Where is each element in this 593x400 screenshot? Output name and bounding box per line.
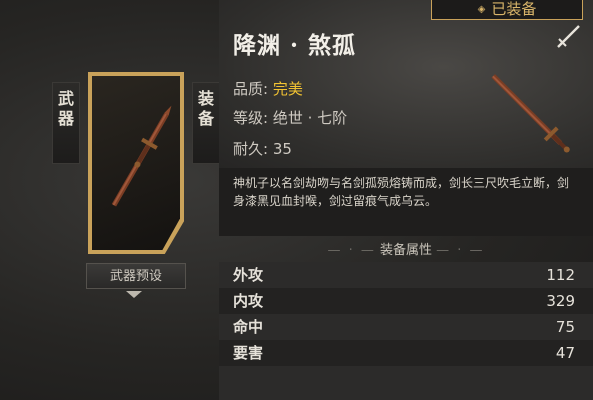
equipped-label: 已装备 <box>491 0 537 18</box>
stat-name: 命中 <box>233 318 264 336</box>
durability-label: 耐久: <box>233 140 269 158</box>
stat-value: 329 <box>546 292 575 310</box>
stat-value: 112 <box>546 266 575 284</box>
stat-row-partial <box>219 366 593 400</box>
stat-row: 要害 47 <box>219 340 593 366</box>
equipped-badge: ◈ 已装备 <box>431 0 583 20</box>
stat-row: 内攻 329 <box>219 288 593 314</box>
item-sword-icon <box>491 74 570 153</box>
attributes-header: — · — 装备属性 — · — <box>219 240 593 262</box>
item-durability: 耐久: 35 <box>233 138 292 159</box>
item-quality: 品质: 完美 <box>233 78 303 99</box>
quality-value: 完美 <box>272 80 303 98</box>
tab-equipment[interactable]: 装 备 <box>192 82 220 164</box>
weapon-preset-button[interactable]: 武器预设 <box>86 263 186 289</box>
diamond-icon: ◈ <box>477 4 486 15</box>
tab-weapon[interactable]: 武 器 <box>52 82 80 164</box>
item-detail-panel: ◈ 已装备 降渊 · 煞孤 品质: 完美 等级: 绝世 · 七阶 耐久: 35 神… <box>219 0 593 400</box>
stat-name: 内攻 <box>233 292 264 310</box>
chevron-down-icon[interactable] <box>126 291 142 298</box>
item-grade: 等级: 绝世 · 七阶 <box>233 107 347 128</box>
durability-value: 35 <box>272 140 292 158</box>
stat-row: 命中 75 <box>219 314 593 340</box>
sword-icon[interactable] <box>555 22 583 50</box>
divider-left: — · — <box>327 243 376 258</box>
stat-row: 外攻 112 <box>219 262 593 288</box>
tab-equipment-char-2: 备 <box>197 109 214 128</box>
item-name: 降渊 · 煞孤 <box>233 32 357 59</box>
stat-value: 75 <box>555 318 575 336</box>
quality-label: 品质: <box>233 80 269 98</box>
stat-value: 47 <box>555 344 575 362</box>
tab-weapon-char-1: 武 <box>57 89 74 108</box>
attributes-header-label: 装备属性 <box>379 243 432 258</box>
tab-equipment-char-1: 装 <box>197 89 214 108</box>
grade-label: 等级: <box>233 109 269 127</box>
stat-name: 外攻 <box>233 266 264 284</box>
stat-name: 要害 <box>233 344 264 362</box>
tab-weapon-char-2: 器 <box>57 109 74 128</box>
item-description: 神机子以名剑劫吻与名剑孤殒熔铸而成，剑长三尺吹毛立断，剑身漆黑见血封喉，剑过留痕… <box>219 168 593 236</box>
divider-right: — · — <box>436 243 485 258</box>
weapon-sword-icon <box>111 105 172 207</box>
grade-value: 绝世 · 七阶 <box>272 109 348 127</box>
